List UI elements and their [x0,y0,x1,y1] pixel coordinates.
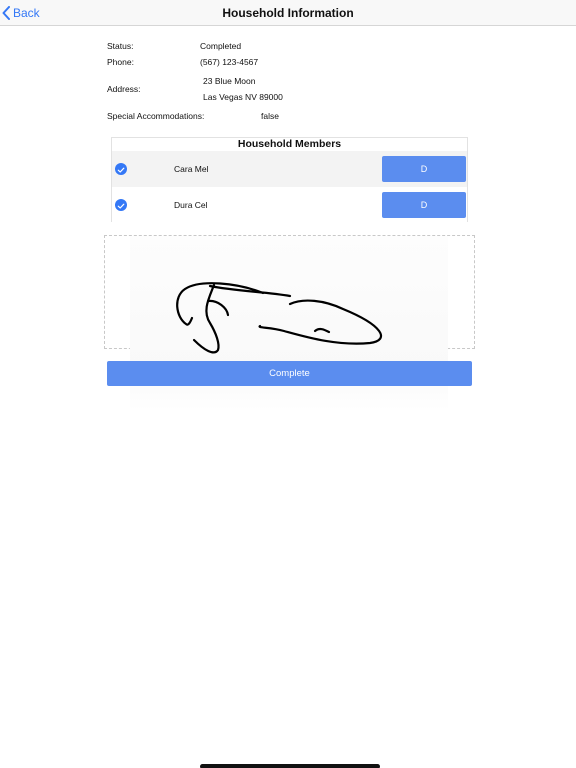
member-d-button[interactable]: D [382,156,466,182]
status-label: Status: [107,41,134,51]
special-accommodations-value: false [261,111,279,121]
checkmark-glyph-icon [117,203,125,209]
special-accommodations-label: Special Accommodations: [107,111,205,121]
household-members-panel: Household Members Cara Mel D Dura Cel D [111,137,468,223]
phone-label: Phone: [107,57,134,67]
page-title: Household Information [222,6,354,20]
address-line-1: 23 Blue Moon [203,76,256,86]
phone-value: (567) 123-4567 [200,57,259,67]
member-row: Dura Cel D [112,187,467,223]
navigation-bar: Back Household Information [0,0,576,26]
member-name: Dura Cel [174,200,208,210]
member-row: Cara Mel D [112,151,467,187]
status-value: Completed [200,41,242,51]
member-d-button[interactable]: D [382,192,466,218]
member-name: Cara Mel [174,164,209,174]
checkmark-glyph-icon [117,167,125,173]
address-label: Address: [107,84,141,94]
complete-button[interactable]: Complete [107,361,472,386]
household-members-title: Household Members [237,138,342,150]
checkmark-icon[interactable] [115,199,127,211]
home-indicator[interactable] [200,764,380,768]
checkmark-icon[interactable] [115,163,127,175]
address-line-2: Las Vegas NV 89000 [203,92,283,102]
